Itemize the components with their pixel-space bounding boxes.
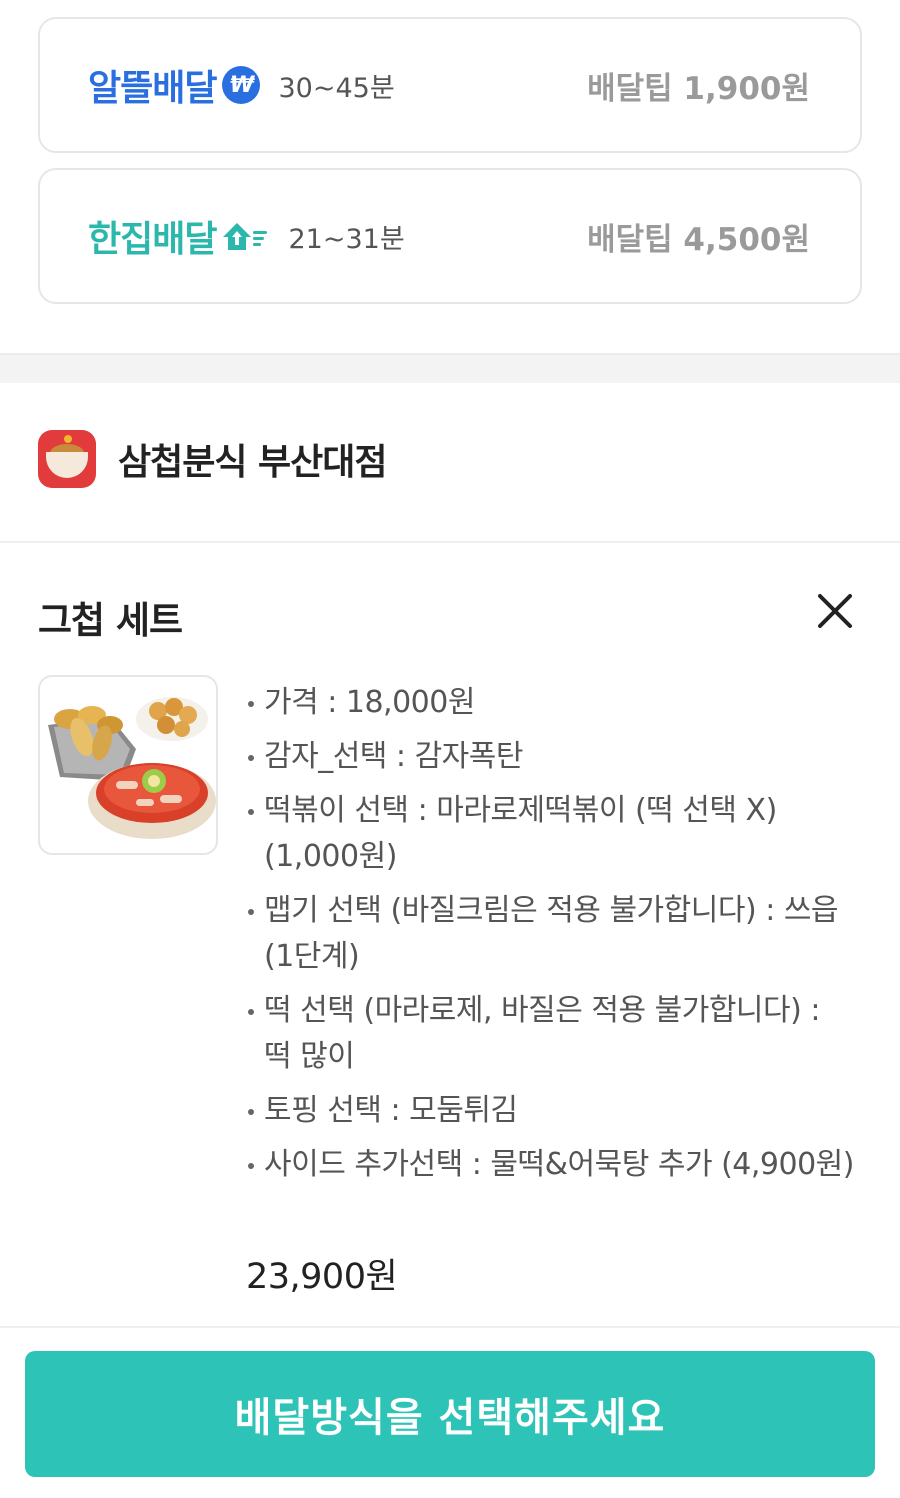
select-delivery-button[interactable]: 배달방식을 선택해주세요 <box>25 1351 875 1477</box>
delivery-option-single[interactable]: 한집배달 21~31분 배달팁 4,500원 <box>38 168 862 304</box>
delivery-brand-label: 알뜰배달 ₩ <box>88 59 261 111</box>
delivery-tip: 배달팁 1,900원 <box>587 70 810 107</box>
option-line: 떡볶이 선택 : 마라로제떡볶이 (떡 선택 X) (1,000원) <box>244 788 854 880</box>
home-arrow-icon <box>220 219 270 253</box>
option-line: 감자_선택 : 감자폭탄 <box>244 734 854 780</box>
close-icon[interactable] <box>814 590 856 632</box>
section-separator <box>0 353 900 383</box>
delivery-brand-label: 한집배달 <box>88 210 270 262</box>
option-line: 떡 선택 (마라로제, 바질은 적용 불가합니다) : 떡 많이 <box>244 988 854 1080</box>
option-line: 맵기 선택 (바질크림은 적용 불가합니다) : 쓰읍 (1단계) <box>244 888 854 980</box>
won-badge-icon: ₩ <box>222 66 261 104</box>
store-name: 삼첩분식 부산대점 <box>118 442 387 483</box>
delivery-tip: 배달팁 4,500원 <box>587 221 810 258</box>
delivery-eta: 21~31분 <box>288 223 405 255</box>
cart-item-total: 23,900원 <box>246 1257 398 1297</box>
option-line: 가격 : 18,000원 <box>244 680 854 726</box>
delivery-option-saver[interactable]: 알뜰배달 ₩ 30~45분 배달팁 1,900원 <box>38 17 862 153</box>
store-logo-icon <box>38 430 96 488</box>
divider <box>0 1326 900 1328</box>
delivery-eta: 30~45분 <box>278 72 395 104</box>
cart-item-title: 그첩 세트 <box>38 599 183 642</box>
cart-item-options: 가격 : 18,000원 감자_선택 : 감자폭탄 떡볶이 선택 : 마라로제떡… <box>244 680 854 1196</box>
option-line: 토핑 선택 : 모둠튀김 <box>244 1088 854 1134</box>
divider <box>0 541 900 543</box>
store-header[interactable]: 삼첩분식 부산대점 <box>38 430 387 488</box>
option-line: 사이드 추가선택 : 물떡&어묵탕 추가 (4,900원) <box>244 1142 854 1188</box>
menu-item-image <box>38 675 218 855</box>
